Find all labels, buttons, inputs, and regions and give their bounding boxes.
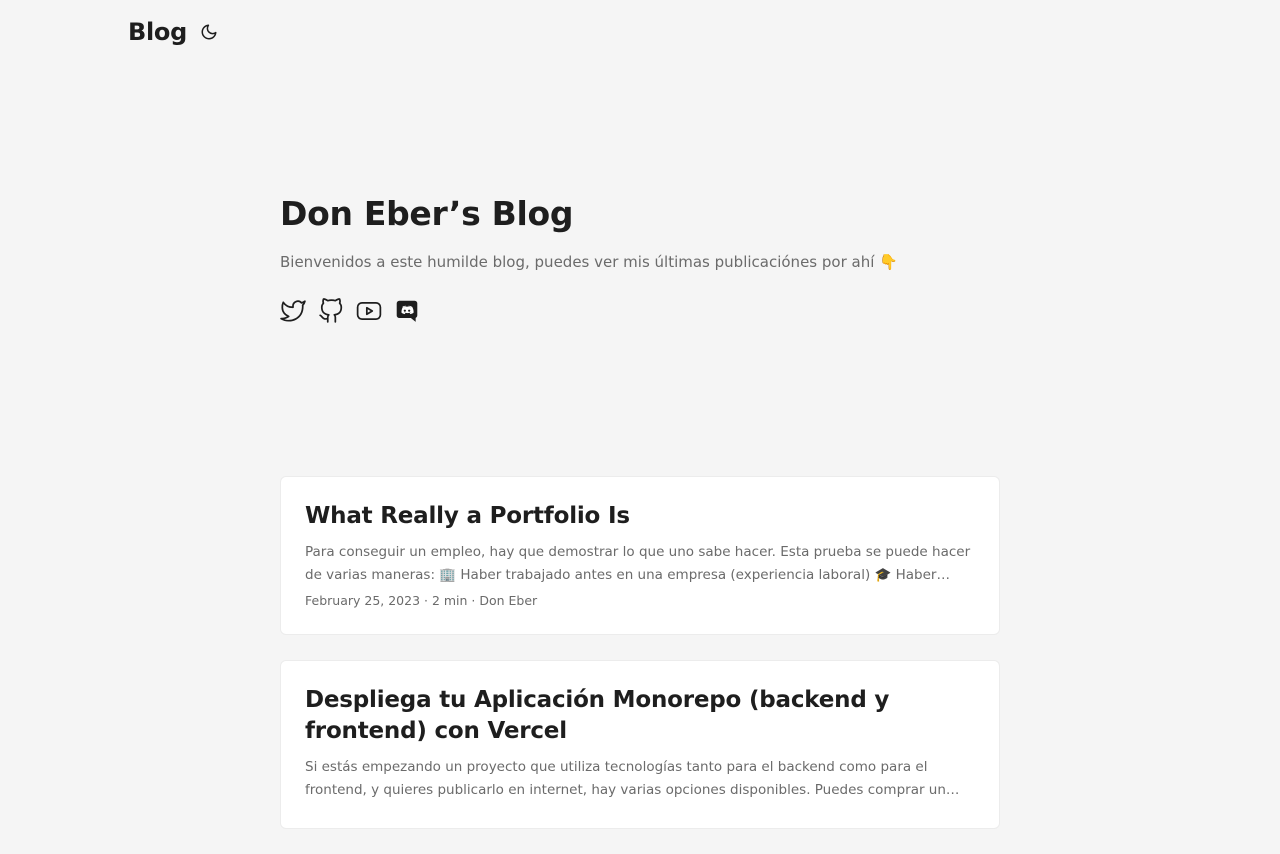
home-intro: Don Eber’s Blog Bienvenidos a este humil… bbox=[280, 192, 1000, 324]
post-excerpt: Para conseguir un empleo, hay que demost… bbox=[305, 544, 971, 583]
page-title: Don Eber’s Blog bbox=[280, 194, 574, 233]
social-links bbox=[280, 298, 1000, 324]
youtube-icon[interactable] bbox=[356, 298, 382, 324]
discord-icon[interactable] bbox=[394, 298, 420, 324]
post-card[interactable]: What Really a Portfolio Is Para consegui… bbox=[280, 476, 1000, 635]
post-card[interactable]: Despliega tu Aplicación Monorepo (backen… bbox=[280, 660, 1000, 829]
post-title[interactable]: What Really a Portfolio Is bbox=[305, 501, 975, 532]
twitter-icon[interactable] bbox=[280, 298, 306, 324]
post-excerpt: Si estás empezando un proyecto que utili… bbox=[305, 759, 946, 798]
site-header: Blog bbox=[128, 16, 219, 48]
site-logo[interactable]: Blog bbox=[128, 18, 187, 46]
page-subtitle: Bienvenidos a este humilde blog, puedes … bbox=[280, 253, 898, 271]
moon-icon[interactable] bbox=[199, 22, 219, 42]
post-list: What Really a Portfolio Is Para consegui… bbox=[280, 476, 1000, 854]
github-icon[interactable] bbox=[318, 298, 344, 324]
post-meta: February 25, 2023 · 2 min · Don Eber bbox=[305, 593, 538, 608]
post-title[interactable]: Despliega tu Aplicación Monorepo (backen… bbox=[305, 685, 975, 747]
